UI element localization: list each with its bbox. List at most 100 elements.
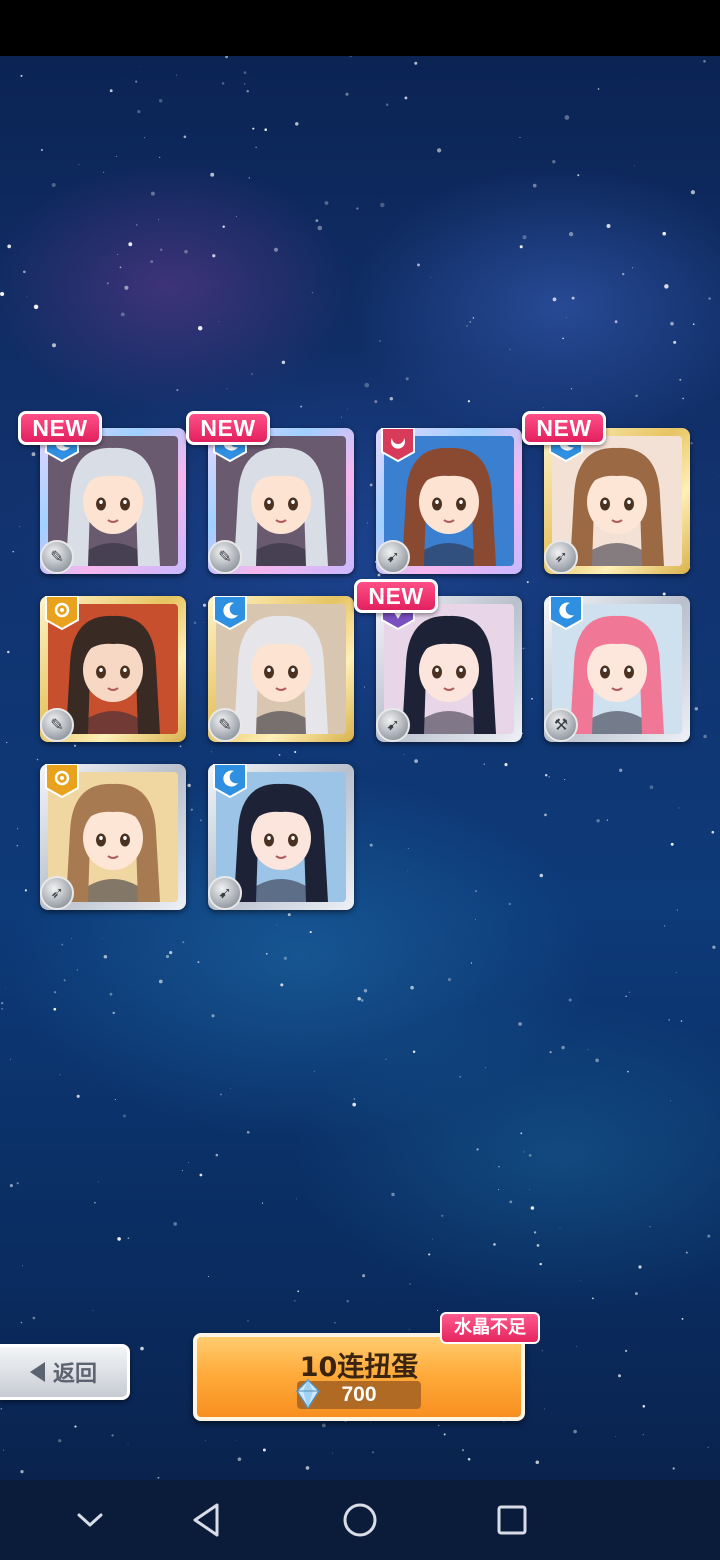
home-circle-icon[interactable]: [334, 1494, 386, 1546]
ten-pull-gacha-button[interactable]: 10连扭蛋 700: [193, 1333, 525, 1421]
star: [225, 56, 229, 59]
star: [0, 291, 5, 297]
star: [552, 297, 557, 302]
star: [649, 1226, 651, 1228]
star: [363, 988, 368, 993]
star: [634, 1292, 638, 1296]
star: [675, 971, 677, 973]
star: [36, 758, 39, 761]
star: [568, 998, 572, 1002]
star: [385, 1058, 387, 1060]
star: [53, 1007, 57, 1011]
star: [377, 573, 381, 577]
star: [22, 1265, 23, 1267]
back-triangle-icon[interactable]: [180, 1494, 232, 1546]
star: [117, 253, 119, 255]
star: [509, 1200, 513, 1204]
star: [340, 416, 342, 418]
star: [519, 245, 523, 249]
star: [109, 992, 113, 996]
character-card[interactable]: ➹: [376, 596, 522, 742]
star: [12, 550, 14, 553]
star: [349, 56, 352, 58]
blue-moon-attribute-icon: [212, 764, 248, 798]
character-card[interactable]: ✎: [40, 596, 186, 742]
gun-role-icon: ➹: [208, 876, 242, 910]
star: [541, 1350, 543, 1352]
star: [549, 1051, 552, 1054]
star: [7, 650, 10, 654]
star: [20, 1321, 23, 1324]
character-card[interactable]: ✎: [208, 596, 354, 742]
star: [297, 1290, 300, 1293]
star: [353, 1098, 355, 1100]
star: [200, 819, 202, 822]
star: [467, 1457, 471, 1461]
star: [305, 1466, 310, 1470]
star: [212, 254, 216, 258]
character-card[interactable]: ➹: [376, 428, 522, 574]
star: [380, 202, 385, 208]
chevron-down-icon[interactable]: [64, 1494, 116, 1546]
star: [682, 397, 684, 400]
star: [391, 1192, 395, 1197]
star: [197, 961, 200, 964]
red-moon-attribute-icon: [380, 428, 416, 462]
star: [294, 750, 297, 754]
star: [566, 317, 567, 318]
star: [169, 951, 173, 955]
star: [296, 1198, 298, 1200]
star: [544, 773, 548, 777]
star: [0, 1407, 3, 1410]
character-card[interactable]: ➶: [40, 764, 186, 910]
star: [432, 1238, 433, 1240]
star: [9, 1184, 13, 1188]
star: [712, 945, 716, 949]
star: [266, 953, 268, 955]
star: [441, 1214, 444, 1217]
star: [474, 890, 477, 893]
star: [6, 742, 8, 744]
star: [158, 219, 160, 221]
star: [536, 1244, 540, 1247]
star: [493, 1243, 496, 1246]
star: [642, 1405, 646, 1408]
star: [673, 340, 677, 344]
star: [405, 377, 409, 381]
character-card[interactable]: ✎: [208, 428, 354, 574]
back-button[interactable]: 返回: [0, 1344, 130, 1400]
star: [16, 1182, 19, 1185]
character-card[interactable]: ➹: [208, 764, 354, 910]
sword-role-icon: ✎: [40, 540, 74, 574]
recents-square-icon[interactable]: [486, 1494, 538, 1546]
star: [685, 1251, 688, 1254]
star: [591, 1297, 594, 1300]
star: [347, 408, 349, 410]
star: [614, 320, 618, 324]
status-bar: [0, 0, 720, 56]
star: [504, 763, 508, 767]
star: [165, 954, 170, 959]
star: [97, 1181, 99, 1183]
star: [459, 1076, 461, 1078]
star: [5, 987, 6, 989]
star: [226, 388, 228, 390]
star: [19, 526, 21, 528]
star: [389, 396, 394, 401]
star: [140, 1346, 144, 1351]
star: [128, 242, 133, 247]
character-card[interactable]: ➶: [544, 428, 690, 574]
star: [562, 337, 564, 340]
star: [680, 1020, 683, 1022]
star: [404, 96, 408, 100]
star: [247, 1320, 249, 1322]
star: [606, 819, 609, 821]
star: [63, 979, 66, 982]
character-card[interactable]: ✎: [40, 428, 186, 574]
star: [625, 995, 627, 997]
character-card[interactable]: ⚒: [544, 596, 690, 742]
star: [24, 889, 28, 892]
star: [528, 1153, 532, 1157]
star: [670, 1100, 672, 1102]
star: [324, 201, 329, 205]
